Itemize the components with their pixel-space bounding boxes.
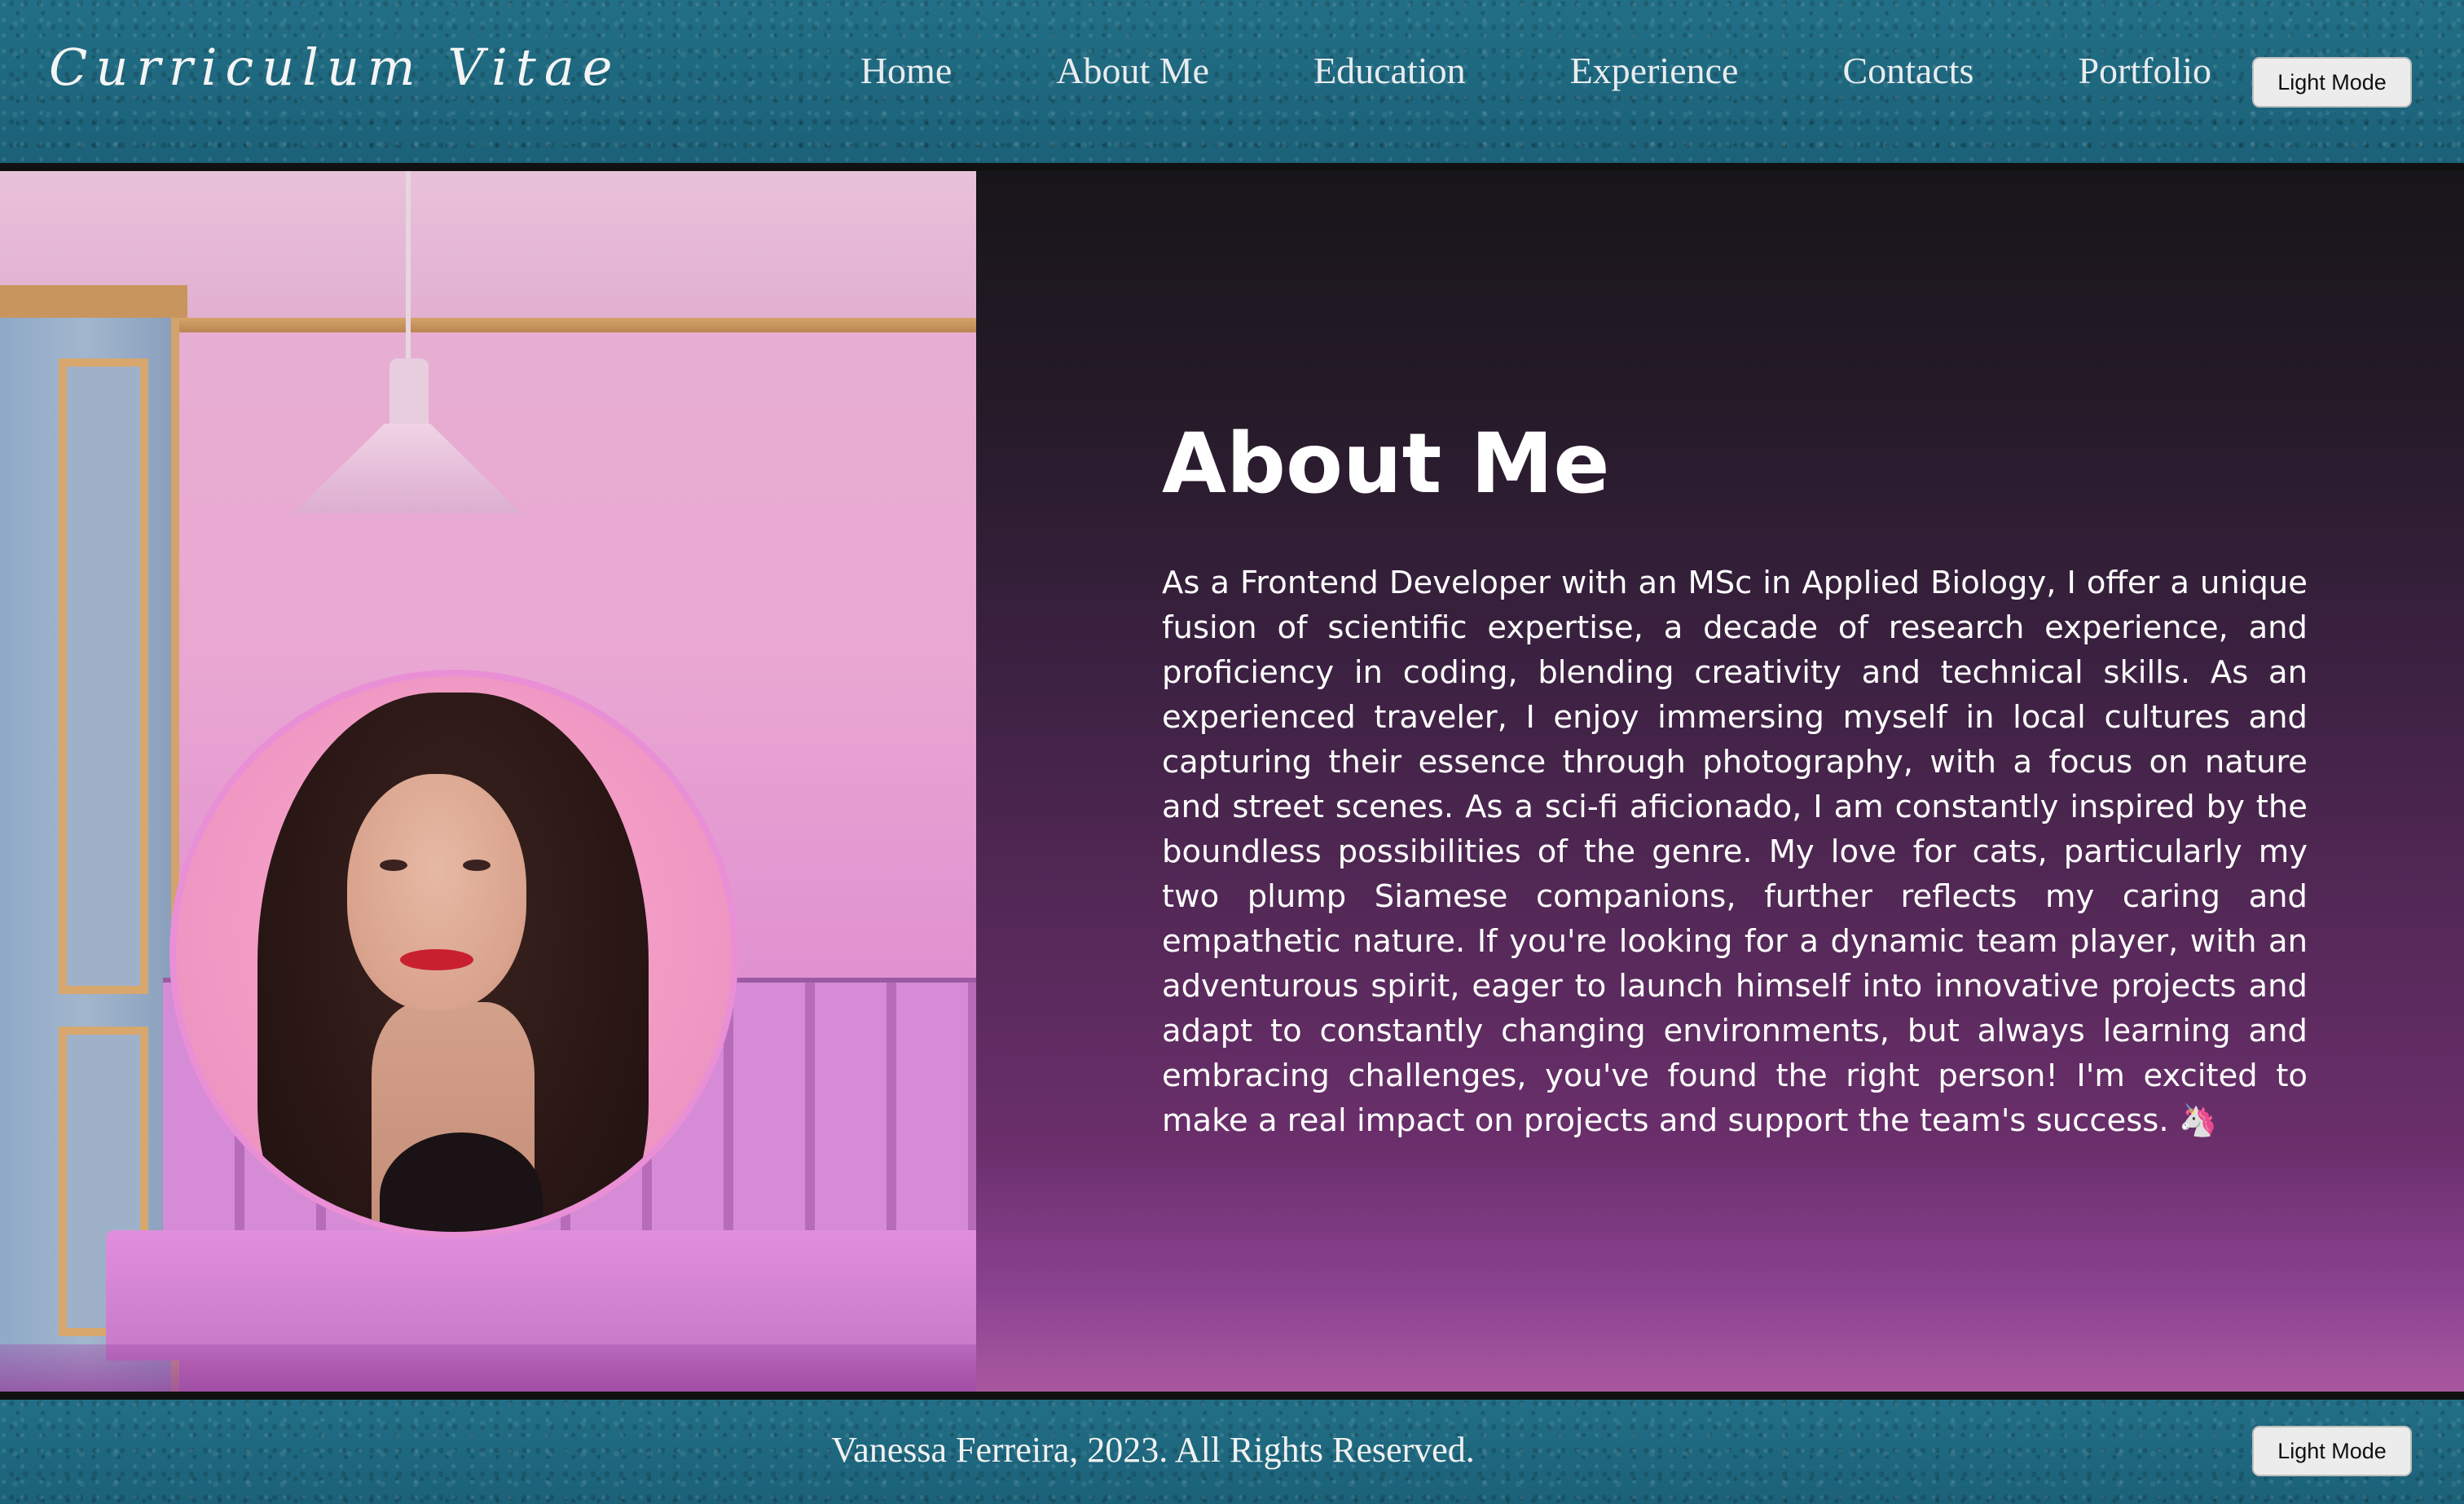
site-header: Curriculum Vitae Home About Me Education… xyxy=(0,0,2464,163)
page: Curriculum Vitae Home About Me Education… xyxy=(0,0,2464,1504)
light-mode-button[interactable]: Light Mode xyxy=(2252,57,2412,108)
profile-avatar xyxy=(169,670,738,1238)
avatar-eye-right xyxy=(463,860,491,871)
avatar-lips xyxy=(400,949,473,970)
header-divider xyxy=(0,163,2464,171)
nav-item-home[interactable]: Home xyxy=(860,49,952,92)
footer-divider xyxy=(0,1392,2464,1400)
site-footer: Vanessa Ferreira, 2023. All Rights Reser… xyxy=(0,1400,2464,1504)
avatar-face xyxy=(347,774,526,1010)
avatar-eye-left xyxy=(380,860,407,871)
site-logo[interactable]: Curriculum Vitae xyxy=(49,37,620,97)
bench-seat xyxy=(106,1230,976,1361)
page-title: About Me xyxy=(1162,416,1610,512)
copyright-text: Vanessa Ferreira, 2023. All Rights Reser… xyxy=(831,1430,1475,1470)
about-me-paragraph: As a Frontend Developer with an MSc in A… xyxy=(1162,565,2308,1139)
lamp-neck xyxy=(389,358,429,432)
main-nav: Home About Me Education Experience Conta… xyxy=(756,49,2211,92)
nav-item-experience[interactable]: Experience xyxy=(1570,49,1739,92)
about-me-section: About Me As a Frontend Developer with an… xyxy=(976,171,2464,1392)
nav-item-education[interactable]: Education xyxy=(1313,49,1466,92)
pillar-cap xyxy=(0,285,187,318)
nav-item-contacts[interactable]: Contacts xyxy=(1842,49,1973,92)
profile-photo-panel xyxy=(0,171,976,1392)
footer-light-mode-button[interactable]: Light Mode xyxy=(2252,1426,2412,1476)
nav-item-about-me[interactable]: About Me xyxy=(1056,49,1209,92)
floor-shadow xyxy=(0,1344,976,1392)
nav-item-portfolio[interactable]: Portfolio xyxy=(2078,49,2211,92)
lamp-wire xyxy=(406,171,411,367)
lamp-shade xyxy=(293,424,521,513)
pillar-panel xyxy=(59,358,148,994)
